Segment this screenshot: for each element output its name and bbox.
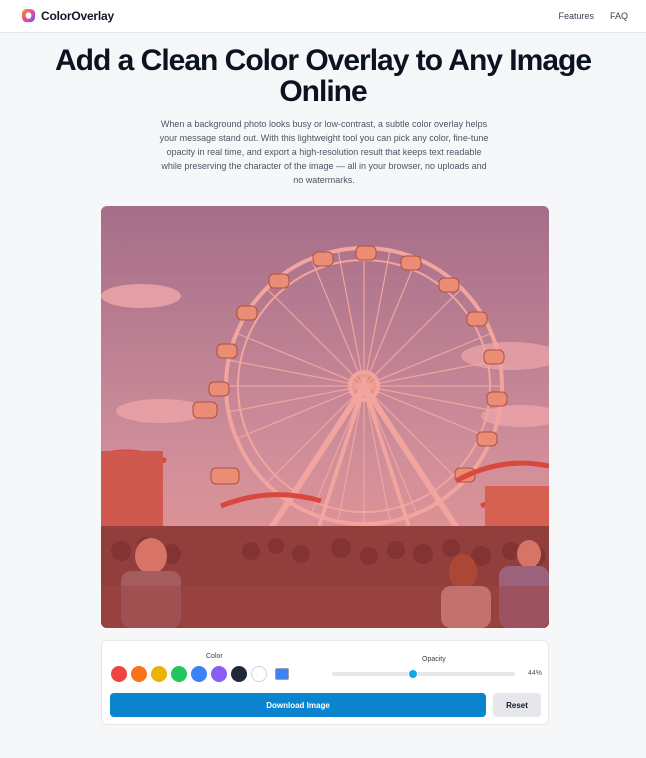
page-title: Add a Clean Color Overlay to Any Image O…: [54, 44, 592, 108]
swatch-red[interactable]: [111, 666, 127, 682]
swatch-orange[interactable]: [131, 666, 147, 682]
color-swatches: [111, 666, 289, 682]
brand-name: ColorOverlay: [41, 8, 114, 23]
nav-faq-link[interactable]: FAQ: [610, 11, 628, 21]
color-label: Color: [206, 653, 223, 660]
page-description: When a background photo looks busy or lo…: [159, 119, 489, 185]
swatch-yellow[interactable]: [151, 666, 167, 682]
opacity-value: 44%: [528, 670, 543, 677]
swatch-purple[interactable]: [211, 666, 227, 682]
opacity-label: Opacity: [422, 656, 446, 663]
swatch-black[interactable]: [231, 666, 247, 682]
custom-color-picker[interactable]: [275, 668, 289, 680]
color-overlay: [101, 206, 549, 628]
download-image-button[interactable]: Download Image: [110, 693, 486, 717]
opacity-slider[interactable]: [332, 669, 515, 679]
top-nav: Features FAQ: [558, 11, 628, 21]
reset-button[interactable]: Reset: [493, 693, 541, 717]
swatch-green[interactable]: [171, 666, 187, 682]
ferris-wheel-photo: [101, 206, 549, 628]
controls-panel: Color Opacity 44% Download Image Reset: [101, 640, 549, 725]
image-preview: [101, 206, 549, 628]
swatch-white[interactable]: [251, 666, 267, 682]
brand[interactable]: ColorOverlay: [21, 8, 114, 23]
top-bar: ColorOverlay Features FAQ: [0, 0, 646, 33]
logo-icon: [21, 8, 36, 23]
swatch-blue[interactable]: [191, 666, 207, 682]
opacity-slider-thumb[interactable]: [407, 669, 418, 679]
nav-features-link[interactable]: Features: [558, 11, 594, 21]
